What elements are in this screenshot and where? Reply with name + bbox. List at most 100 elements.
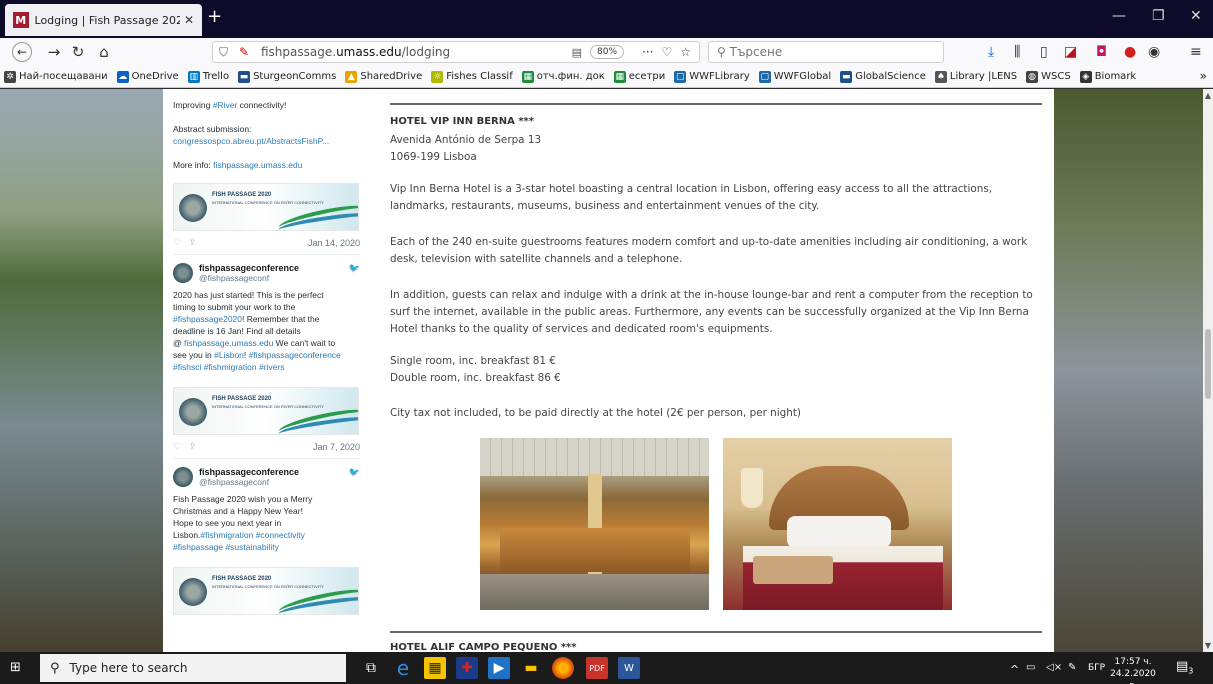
back-icon[interactable]: ← — [12, 42, 32, 62]
tweet-banner-image[interactable]: FISH PASSAGE 2020 INTERNATIONAL CONFEREN… — [173, 387, 359, 435]
lastpass-icon[interactable]: ● — [1124, 44, 1136, 60]
share-icon[interactable]: ⇪ — [189, 237, 197, 247]
store-icon[interactable]: ▦ — [424, 657, 446, 679]
close-window-icon[interactable]: ✕ — [1190, 8, 1202, 24]
search-icon: ⚲ — [717, 45, 730, 59]
zoom-level[interactable]: 80% — [590, 45, 625, 59]
edge-icon[interactable]: e — [392, 656, 414, 680]
search-icon: ⚲ — [50, 660, 60, 676]
tweet[interactable]: fishpassageconference @fishpassageconf 🐦… — [163, 255, 370, 387]
minimize-icon[interactable]: — — [1112, 8, 1126, 24]
file-explorer-icon[interactable]: ▬ — [520, 657, 542, 679]
pocket-icon[interactable]: ♡ — [661, 45, 672, 59]
bookmark-item[interactable]: ▦ отч.фин. док — [521, 70, 605, 83]
bookmarks-overflow-icon[interactable]: » — [1200, 69, 1207, 83]
hashtag-link[interactable]: #fishpassage #sustainability — [173, 541, 360, 553]
tab-close-icon[interactable]: ✕ — [184, 13, 194, 27]
lodging-content: HOTEL VIP INN BERNA *** Avenida António … — [370, 89, 1054, 652]
bookmark-item[interactable]: ▢ WWFLibrary — [674, 70, 750, 83]
windows-start-icon[interactable]: ⊞ — [10, 661, 24, 675]
hashtag-link[interactable]: #fishsci #fishmigration #rivers — [173, 361, 360, 373]
single-room-price: Single room, inc. breakfast 81 € — [390, 355, 556, 367]
notifications-icon[interactable]: ▤3 — [1176, 659, 1193, 676]
tweet-author-name[interactable]: fishpassageconference — [199, 263, 299, 273]
tweet-date[interactable]: Jan 14, 2020 — [308, 238, 360, 248]
bookmark-item[interactable]: ▦ есетри — [613, 70, 665, 83]
search-input[interactable]: ⚲ Търсене — [708, 41, 944, 63]
bookmark-item[interactable]: ◈ Biomark — [1079, 70, 1136, 83]
tweet[interactable]: fishpassageconference @fishpassageconf 🐦… — [163, 459, 370, 567]
more-info: More info: fishpassage.umass.edu — [173, 160, 303, 170]
tweet-link[interactable]: fishpassage.umass.edu — [184, 338, 273, 348]
shield-icon[interactable]: ⛉ — [219, 45, 233, 60]
bookmark-item[interactable]: ✲ Най-посещавани — [4, 70, 108, 83]
like-icon[interactable]: ♡ — [173, 237, 181, 247]
more-info-link[interactable]: fishpassage.umass.edu — [213, 160, 302, 170]
tweet-author-name[interactable]: fishpassageconference — [199, 467, 299, 477]
bookmark-item[interactable]: ▥ Trello — [187, 70, 229, 83]
menu-icon[interactable]: ≡ — [1190, 44, 1202, 60]
reader-view-icon[interactable]: ▤ — [572, 46, 582, 59]
bookmark-star-icon[interactable]: ☆ — [680, 45, 691, 59]
input-language[interactable]: БГР — [1088, 663, 1105, 673]
pen-icon[interactable]: ✎ — [1068, 662, 1076, 673]
hashtag-link[interactable]: #fishpassage2020 — [173, 314, 242, 324]
media-player-icon[interactable]: ▶ — [488, 657, 510, 679]
like-icon[interactable]: ♡ — [173, 441, 181, 451]
scroll-down-icon[interactable]: ▼ — [1203, 641, 1213, 650]
tweet-banner-image[interactable]: FISH PASSAGE 2020 INTERNATIONAL CONFEREN… — [173, 567, 359, 615]
abstract-link[interactable]: congressospco.abreu.pt/AbstractsFishP... — [173, 136, 329, 146]
clock[interactable]: 17:57 ч. 24.2.2020 г. — [1108, 656, 1158, 684]
page-actions-icon[interactable]: ··· — [642, 45, 653, 59]
sidebar-icon[interactable]: ▯ — [1040, 44, 1048, 60]
share-icon[interactable]: ⇪ — [189, 441, 197, 451]
uk-flag-icon[interactable]: ✚ — [456, 657, 478, 679]
extension-icon[interactable]: ◉ — [1148, 44, 1160, 60]
pdf-reader-icon[interactable]: PDF — [586, 657, 608, 679]
insecure-lock-icon[interactable]: ✎ — [239, 45, 253, 59]
tab-lodging[interactable]: M Lodging | Fish Passage 2020 - L ✕ — [5, 4, 202, 36]
tweet-date[interactable]: Jan 7, 2020 — [313, 442, 360, 452]
bookmark-item[interactable]: ◍ WSCS — [1026, 70, 1071, 83]
word-icon[interactable]: W — [618, 657, 640, 679]
taskbar-search-input[interactable]: ⚲ Type here to search — [40, 654, 346, 682]
new-tab-icon[interactable]: + — [207, 6, 222, 27]
bookmark-item[interactable]: ▬ SturgeonComms — [238, 70, 336, 83]
restore-icon[interactable]: ❐ — [1152, 8, 1165, 24]
avatar[interactable] — [173, 467, 193, 487]
network-icon[interactable]: ▭ — [1026, 662, 1035, 673]
avatar[interactable] — [173, 263, 193, 283]
forward-icon[interactable]: → — [44, 42, 64, 62]
bookmark-item[interactable]: ☁ OneDrive — [116, 70, 179, 83]
volume-icon[interactable]: ◁× — [1046, 662, 1062, 673]
tweet-author-handle[interactable]: @fishpassageconf — [199, 273, 299, 283]
bookmark-item[interactable]: ☼ Fishes Classif — [431, 70, 513, 83]
bookmark-item[interactable]: ▢ WWFGlobal — [758, 70, 831, 83]
reload-icon[interactable]: ↻ — [68, 42, 88, 62]
bookmark-item[interactable]: ▬ GlobalScience — [840, 70, 926, 83]
bookmark-label: GlobalScience — [855, 71, 926, 82]
tweet-banner-image[interactable]: FISH PASSAGE 2020 INTERNATIONAL CONFEREN… — [173, 183, 359, 231]
bookmark-item[interactable]: ♠ Library |LENS — [934, 70, 1017, 83]
pdf-icon[interactable]: ◪ — [1064, 44, 1077, 60]
scroll-up-icon[interactable]: ▲ — [1203, 91, 1213, 100]
scrollbar-thumb[interactable] — [1205, 329, 1211, 399]
url-text[interactable]: fishpassage.umass.edu/lodging — [261, 45, 572, 59]
bookmark-item[interactable]: ▲ SharedDrive — [345, 70, 422, 83]
twitter-timeline[interactable]: Improving #River connectivity! Abstract … — [163, 89, 370, 652]
pocket-ext-icon[interactable]: ◘ — [1096, 44, 1107, 60]
hashtag-link[interactable]: #fishmigration #connectivity — [200, 530, 304, 540]
hashtag-link[interactable]: #River — [213, 100, 238, 110]
download-icon[interactable]: ⤓ — [988, 44, 994, 60]
task-view-icon[interactable]: ⧉ — [360, 657, 382, 679]
tray-overflow-icon[interactable]: ^ — [1010, 663, 1019, 676]
library-icon[interactable]: ⫼ — [1014, 44, 1020, 60]
tweet-author-handle[interactable]: @fishpassageconf — [199, 477, 299, 487]
twitter-bird-icon: 🐦 — [348, 467, 360, 477]
home-icon[interactable]: ⌂ — [94, 42, 114, 62]
page-scrollbar[interactable]: ▲ ▼ — [1203, 89, 1213, 652]
url-bar[interactable]: ⛉ ✎ fishpassage.umass.edu/lodging ▤ 80% … — [212, 41, 700, 63]
firefox-icon[interactable] — [552, 657, 574, 679]
globe-icon: ◍ — [1026, 70, 1039, 83]
banner-subtitle: INTERNATIONAL CONFERENCE ON RIVER CONNEC… — [212, 200, 325, 205]
